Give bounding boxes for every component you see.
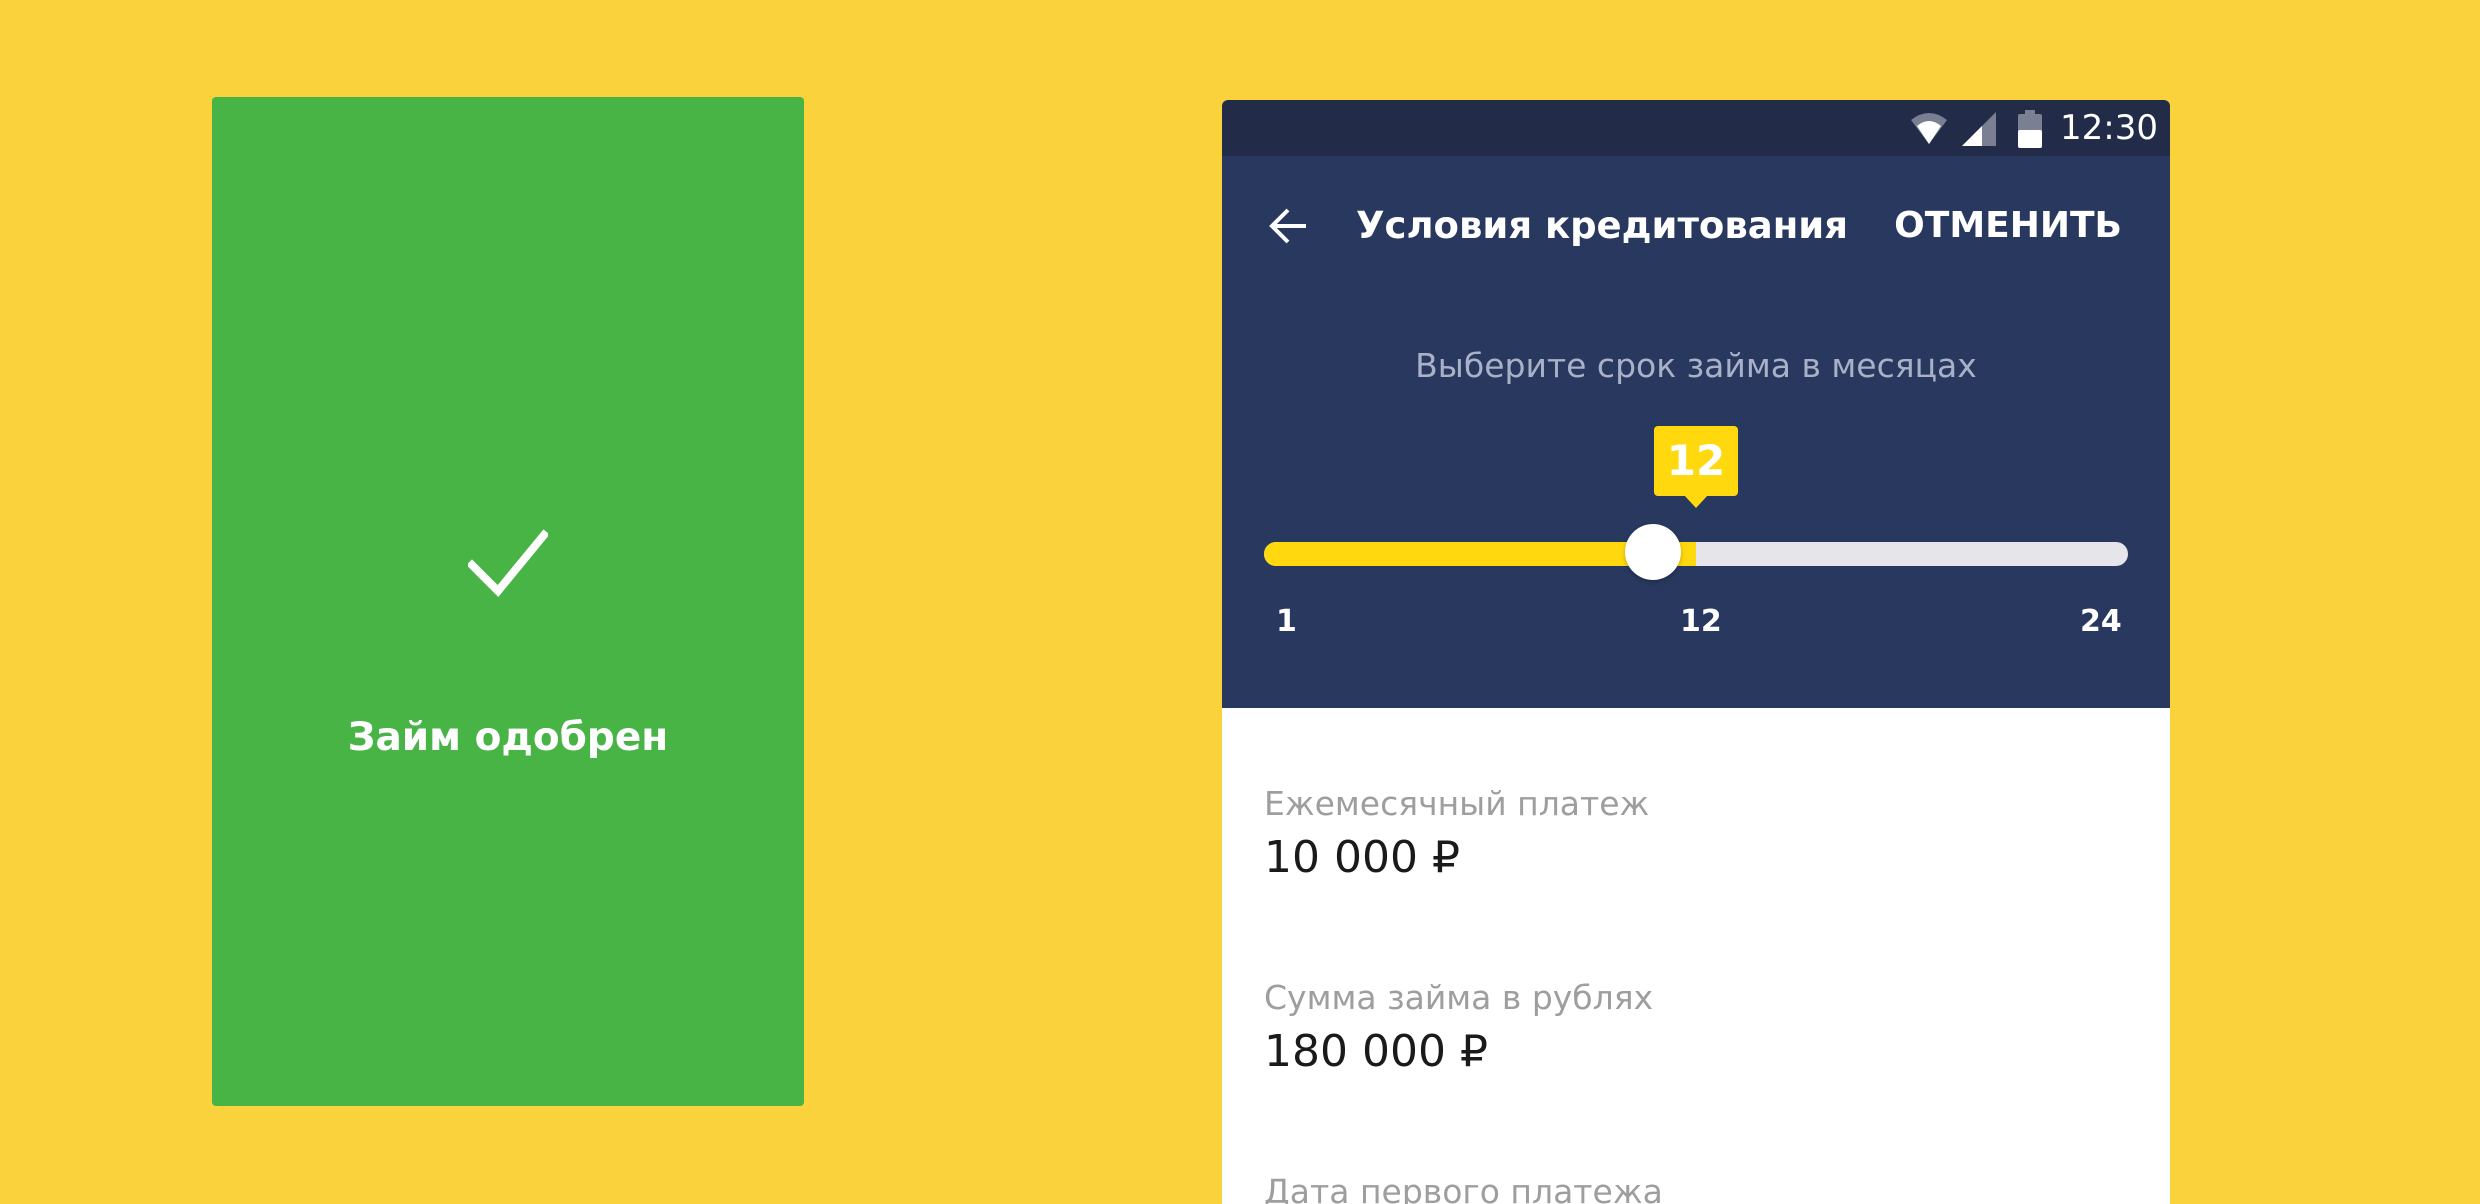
- loan-approved-text: Займ одобрен: [347, 715, 669, 760]
- arrow-left-icon[interactable]: [1266, 204, 1310, 248]
- loan-terms-header: Условия кредитования ОТМЕНИТЬ Выберите с…: [1222, 156, 2170, 708]
- slider-thumb[interactable]: [1625, 524, 1681, 580]
- status-bar: 12:30: [1222, 100, 2170, 156]
- page-title: Условия кредитования: [1356, 204, 1848, 247]
- phone-screen: 12:30 Условия кредитования ОТМЕНИТЬ Выбе…: [1222, 100, 2170, 1204]
- cancel-button[interactable]: ОТМЕНИТЬ: [1894, 200, 2122, 252]
- loan-approved-card: Займ одобрен: [212, 97, 804, 1106]
- slider-value-bubble: 12: [1654, 426, 1738, 508]
- battery-icon: [2018, 110, 2042, 148]
- loan-amount-value[interactable]: 180 000 ₽: [1264, 1026, 1488, 1077]
- slider-mid-label: 12: [1680, 604, 1722, 639]
- wifi-icon: [1911, 113, 1947, 144]
- signal-icon: [1962, 112, 1996, 146]
- monthly-payment-value: 10 000 ₽: [1264, 832, 1460, 883]
- check-icon: [468, 529, 548, 597]
- slider-max-label: 24: [2080, 604, 2122, 639]
- loan-term-slider[interactable]: [1264, 542, 2128, 566]
- slider-prompt: Выберите срок займа в месяцах: [1415, 346, 1977, 385]
- monthly-payment-label: Ежемесячный платеж: [1264, 784, 1650, 823]
- first-payment-date-label: Дата первого платежа: [1264, 1172, 1663, 1204]
- slider-min-label: 1: [1276, 604, 1297, 639]
- status-time: 12:30: [2060, 108, 2158, 148]
- loan-amount-label: Сумма займа в рублях: [1264, 978, 1654, 1017]
